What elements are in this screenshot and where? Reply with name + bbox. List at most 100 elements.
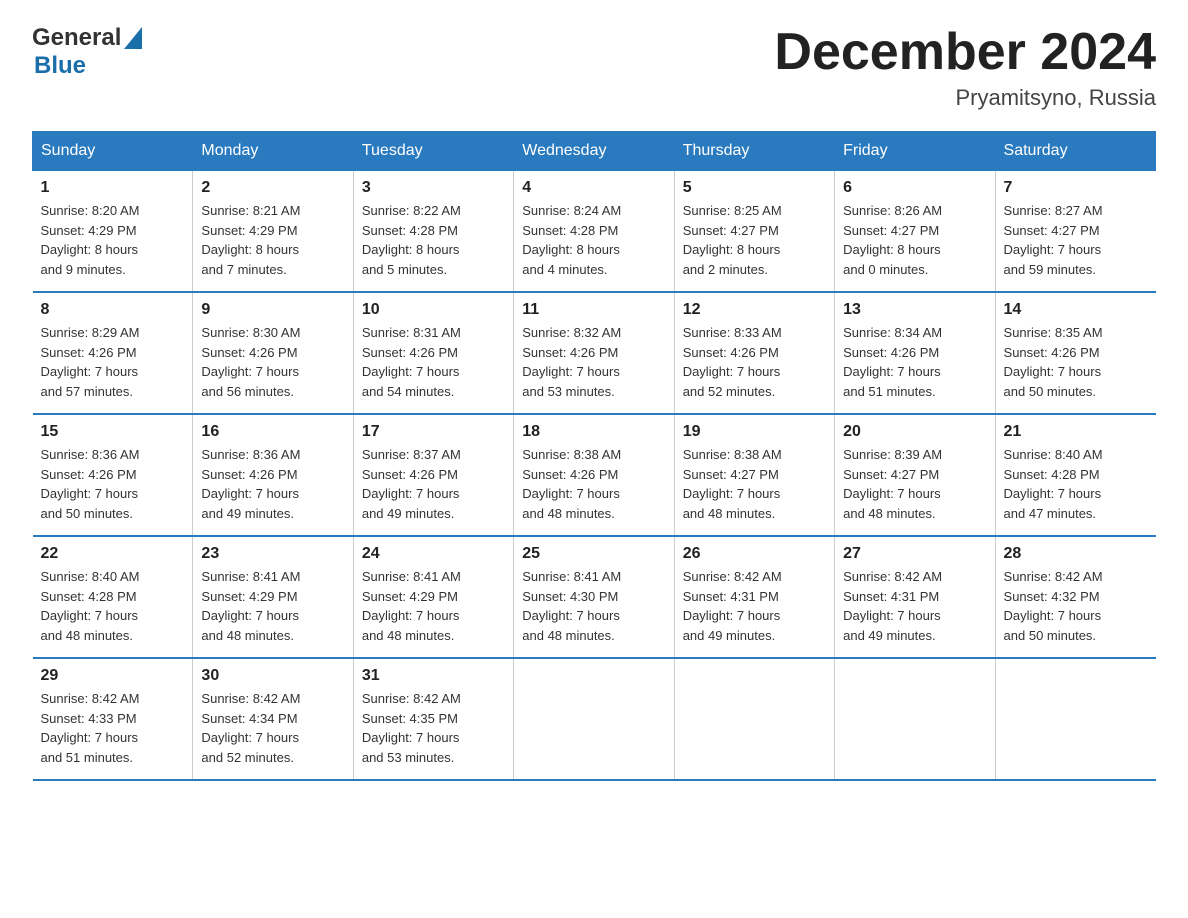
day-number: 27 [843,545,986,563]
day-info: Sunrise: 8:22 AM Sunset: 4:28 PM Dayligh… [362,201,505,279]
day-number: 12 [683,301,826,319]
weekday-header: Saturday [995,132,1155,171]
calendar-week-row: 22 Sunrise: 8:40 AM Sunset: 4:28 PM Dayli… [33,536,1156,658]
day-info: Sunrise: 8:42 AM Sunset: 4:33 PM Dayligh… [41,689,185,767]
day-info: Sunrise: 8:40 AM Sunset: 4:28 PM Dayligh… [41,567,185,645]
day-info: Sunrise: 8:26 AM Sunset: 4:27 PM Dayligh… [843,201,986,279]
weekday-header: Monday [193,132,353,171]
day-info: Sunrise: 8:42 AM Sunset: 4:32 PM Dayligh… [1004,567,1148,645]
day-number: 11 [522,301,665,319]
day-number: 17 [362,423,505,441]
calendar-day-cell: 2Sunrise: 8:21 AM Sunset: 4:29 PM Daylig… [193,171,353,293]
day-info: Sunrise: 8:42 AM Sunset: 4:31 PM Dayligh… [683,567,826,645]
day-number: 29 [41,667,185,685]
day-number: 28 [1004,545,1148,563]
day-info: Sunrise: 8:38 AM Sunset: 4:27 PM Dayligh… [683,445,826,523]
day-number: 15 [41,423,185,441]
logo-triangle-icon [124,27,142,54]
calendar-day-cell: 3 Sunrise: 8:22 AM Sunset: 4:28 PM Daylig… [353,171,513,293]
day-number: 22 [41,545,185,563]
day-number: 21 [1004,423,1148,441]
weekday-header: Friday [835,132,995,171]
day-number: 18 [522,423,665,441]
day-number: 16 [201,423,344,441]
weekday-header: Sunday [33,132,193,171]
day-info: Sunrise: 8:35 AM Sunset: 4:26 PM Dayligh… [1004,323,1148,401]
day-number: 3 [362,179,505,197]
calendar-day-cell: 19 Sunrise: 8:38 AM Sunset: 4:27 PM Dayli… [674,414,834,536]
logo: General Blue [32,24,143,80]
day-info: Sunrise: 8:20 AM Sunset: 4:29 PM Dayligh… [41,201,185,279]
calendar-day-cell [995,658,1155,780]
calendar-day-cell: 23 Sunrise: 8:41 AM Sunset: 4:29 PM Dayli… [193,536,353,658]
calendar-day-cell: 7 Sunrise: 8:27 AM Sunset: 4:27 PM Daylig… [995,171,1155,293]
day-info: Sunrise: 8:41 AM Sunset: 4:30 PM Dayligh… [522,567,665,645]
calendar-day-cell: 1 Sunrise: 8:20 AM Sunset: 4:29 PM Daylig… [33,171,193,293]
calendar-day-cell [835,658,995,780]
calendar-day-cell: 26Sunrise: 8:42 AM Sunset: 4:31 PM Dayli… [674,536,834,658]
calendar-day-cell: 8 Sunrise: 8:29 AM Sunset: 4:26 PM Daylig… [33,292,193,414]
calendar-day-cell: 10 Sunrise: 8:31 AM Sunset: 4:26 PM Dayli… [353,292,513,414]
weekday-header-row: SundayMondayTuesdayWednesdayThursdayFrid… [33,132,1156,171]
day-info: Sunrise: 8:24 AM Sunset: 4:28 PM Dayligh… [522,201,665,279]
calendar-week-row: 8 Sunrise: 8:29 AM Sunset: 4:26 PM Daylig… [33,292,1156,414]
day-info: Sunrise: 8:27 AM Sunset: 4:27 PM Dayligh… [1004,201,1148,279]
day-info: Sunrise: 8:33 AM Sunset: 4:26 PM Dayligh… [683,323,826,401]
day-number: 13 [843,301,986,319]
day-info: Sunrise: 8:38 AM Sunset: 4:26 PM Dayligh… [522,445,665,523]
calendar-day-cell: 4Sunrise: 8:24 AM Sunset: 4:28 PM Daylig… [514,171,674,293]
weekday-header: Wednesday [514,132,674,171]
day-info: Sunrise: 8:40 AM Sunset: 4:28 PM Dayligh… [1004,445,1148,523]
calendar-week-row: 29 Sunrise: 8:42 AM Sunset: 4:33 PM Dayli… [33,658,1156,780]
day-info: Sunrise: 8:42 AM Sunset: 4:35 PM Dayligh… [362,689,505,767]
calendar-day-cell: 5 Sunrise: 8:25 AM Sunset: 4:27 PM Daylig… [674,171,834,293]
day-number: 14 [1004,301,1148,319]
calendar-day-cell: 25 Sunrise: 8:41 AM Sunset: 4:30 PM Dayli… [514,536,674,658]
calendar-day-cell: 24 Sunrise: 8:41 AM Sunset: 4:29 PM Dayli… [353,536,513,658]
calendar-day-cell: 29 Sunrise: 8:42 AM Sunset: 4:33 PM Dayli… [33,658,193,780]
day-number: 10 [362,301,505,319]
day-info: Sunrise: 8:29 AM Sunset: 4:26 PM Dayligh… [41,323,185,401]
day-number: 25 [522,545,665,563]
day-number: 1 [41,179,185,197]
day-info: Sunrise: 8:31 AM Sunset: 4:26 PM Dayligh… [362,323,505,401]
calendar-day-cell [514,658,674,780]
calendar-day-cell: 30 Sunrise: 8:42 AM Sunset: 4:34 PM Dayli… [193,658,353,780]
calendar-day-cell: 6 Sunrise: 8:26 AM Sunset: 4:27 PM Daylig… [835,171,995,293]
day-info: Sunrise: 8:41 AM Sunset: 4:29 PM Dayligh… [201,567,344,645]
day-number: 24 [362,545,505,563]
day-number: 5 [683,179,826,197]
calendar-day-cell [674,658,834,780]
day-number: 2 [201,179,344,197]
day-number: 23 [201,545,344,563]
calendar-day-cell: 9Sunrise: 8:30 AM Sunset: 4:26 PM Daylig… [193,292,353,414]
day-number: 30 [201,667,344,685]
day-info: Sunrise: 8:42 AM Sunset: 4:34 PM Dayligh… [201,689,344,767]
title-area: December 2024 Pryamitsyno, Russia [774,24,1156,111]
calendar-day-cell: 31Sunrise: 8:42 AM Sunset: 4:35 PM Dayli… [353,658,513,780]
weekday-header: Tuesday [353,132,513,171]
calendar-title: December 2024 [774,24,1156,81]
calendar-day-cell: 15Sunrise: 8:36 AM Sunset: 4:26 PM Dayli… [33,414,193,536]
calendar-day-cell: 28 Sunrise: 8:42 AM Sunset: 4:32 PM Dayli… [995,536,1155,658]
calendar-day-cell: 16Sunrise: 8:36 AM Sunset: 4:26 PM Dayli… [193,414,353,536]
calendar-day-cell: 21 Sunrise: 8:40 AM Sunset: 4:28 PM Dayli… [995,414,1155,536]
day-info: Sunrise: 8:34 AM Sunset: 4:26 PM Dayligh… [843,323,986,401]
day-number: 9 [201,301,344,319]
day-info: Sunrise: 8:42 AM Sunset: 4:31 PM Dayligh… [843,567,986,645]
logo-blue-text: Blue [34,52,86,79]
day-info: Sunrise: 8:37 AM Sunset: 4:26 PM Dayligh… [362,445,505,523]
day-info: Sunrise: 8:39 AM Sunset: 4:27 PM Dayligh… [843,445,986,523]
calendar-week-row: 15Sunrise: 8:36 AM Sunset: 4:26 PM Dayli… [33,414,1156,536]
calendar-day-cell: 27 Sunrise: 8:42 AM Sunset: 4:31 PM Dayli… [835,536,995,658]
day-number: 7 [1004,179,1148,197]
day-info: Sunrise: 8:25 AM Sunset: 4:27 PM Dayligh… [683,201,826,279]
calendar-day-cell: 14 Sunrise: 8:35 AM Sunset: 4:26 PM Dayli… [995,292,1155,414]
calendar-table: SundayMondayTuesdayWednesdayThursdayFrid… [32,131,1156,781]
day-number: 20 [843,423,986,441]
weekday-header: Thursday [674,132,834,171]
day-number: 8 [41,301,185,319]
day-number: 19 [683,423,826,441]
day-info: Sunrise: 8:41 AM Sunset: 4:29 PM Dayligh… [362,567,505,645]
day-number: 6 [843,179,986,197]
